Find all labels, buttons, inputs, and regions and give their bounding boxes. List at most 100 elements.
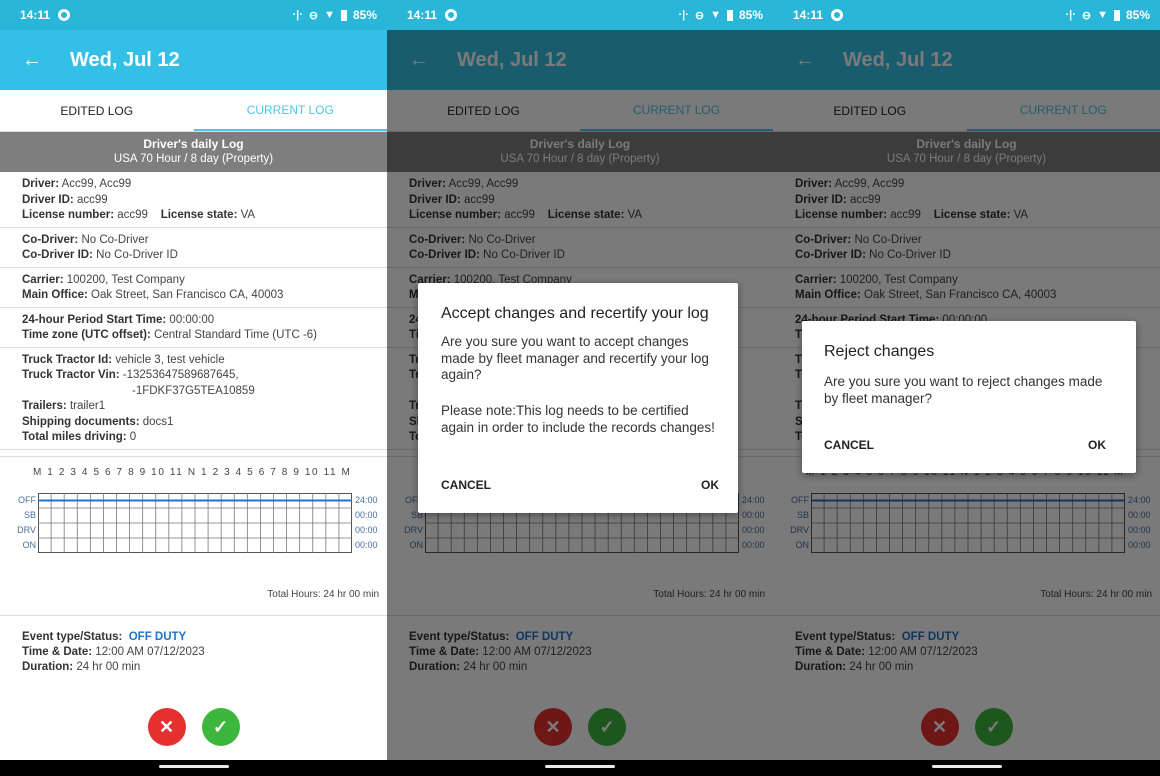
dnd-icon: ⊖ (308, 9, 319, 22)
event-duration-value: 24 hr 00 min (76, 660, 141, 673)
screen-2: 14:11 ·|· ⊖ ▼ 85% ← Wed, Jul 12 EDITED L… (387, 0, 773, 776)
miles-label: Total miles driving: (22, 431, 127, 443)
period-section: 24-hour Period Start Time: 00:00:00 Time… (0, 308, 387, 348)
status-bar: 14:11 ·|· ⊖ ▼ 85% (0, 0, 387, 30)
app-bar: ← Wed, Jul 12 (0, 30, 387, 90)
main-office-value: Oak Street, San Francisco CA, 40003 (91, 289, 284, 301)
graph-row-labels: OFF SB DRV ON (12, 493, 36, 553)
truck-id-value: vehicle 3, test vehicle (115, 353, 225, 366)
driver-section: Driver: Acc99, Acc99 Driver ID: acc99 Li… (0, 172, 387, 228)
license-number-value: acc99 (117, 209, 148, 221)
carrier-value: 100200, Test Company (66, 273, 185, 286)
event-status-value: OFF DUTY (128, 630, 187, 643)
driver-id-label: Driver ID: (22, 193, 74, 206)
graph-row-total: 00:00 (355, 539, 378, 550)
status-time: 14:11 (407, 8, 438, 22)
app-notification-icon (58, 9, 71, 21)
home-gesture-handle[interactable] (158, 765, 229, 768)
system-nav-bar (0, 760, 387, 776)
event-details: Event type/Status: OFF DUTY Time & Date:… (0, 616, 387, 675)
shipping-label: Shipping documents: (22, 415, 140, 428)
truck-vin-label: Truck Tractor Vin: (22, 369, 120, 381)
vibrate-icon: ·|· (678, 9, 689, 21)
cancel-button[interactable]: CANCEL (824, 438, 874, 452)
home-gesture-handle[interactable] (931, 765, 1002, 768)
driver-value: Acc99, Acc99 (61, 178, 132, 190)
event-time-label: Time & Date: (22, 645, 93, 658)
vibrate-icon: ·|· (292, 9, 303, 21)
carrier-label: Carrier: (22, 273, 64, 286)
reject-dialog: Reject changes Are you sure you want to … (802, 321, 1136, 473)
log-info: Driver: Acc99, Acc99 Driver ID: acc99 Li… (0, 172, 387, 450)
accept-changes-button[interactable]: ✓ (201, 708, 240, 746)
license-state-label: License state: (160, 209, 238, 221)
close-icon: ✕ (158, 716, 175, 737)
event-time-value: 12:00 AM 07/12/2023 (95, 645, 205, 658)
timezone-value: Central Standard Time (UTC -6) (154, 329, 318, 341)
main-office-label: Main Office: (22, 289, 88, 301)
wifi-icon: ▼ (710, 9, 721, 21)
status-bar: 14:11 ·|· ⊖ ▼ 85% (773, 0, 1160, 30)
graph-row-total: 00:00 (355, 509, 378, 520)
action-buttons: ✕ ✓ (0, 708, 387, 746)
license-number-label: License number: (22, 209, 115, 221)
vehicle-section: Truck Tractor Id: vehicle 3, test vehicl… (0, 348, 387, 450)
co-driver-label: Co-Driver: (22, 233, 79, 246)
wifi-icon: ▼ (324, 9, 335, 21)
driver-label: Driver: (22, 178, 60, 190)
accept-dialog: Accept changes and recertify your log Ar… (418, 283, 738, 513)
co-driver-value: No Co-Driver (81, 233, 149, 246)
battery-icon (1113, 9, 1120, 21)
dialog-message: Are you sure you want to reject changes … (824, 374, 1103, 406)
dialog-note: Please note:This log needs to be certifi… (441, 403, 715, 435)
cancel-button[interactable]: CANCEL (441, 478, 491, 492)
battery-icon (726, 9, 733, 21)
home-gesture-handle[interactable] (545, 765, 615, 768)
truck-id-label: Truck Tractor Id: (22, 353, 113, 366)
period-start-label: 24-hour Period Start Time: (22, 313, 167, 326)
shipping-value: docs1 (142, 415, 174, 428)
tab-edited-log[interactable]: EDITED LOG (0, 90, 194, 131)
battery-level: 85% (1125, 8, 1150, 22)
license-state-value: VA (240, 209, 256, 221)
screen-1: 14:11 ·|· ⊖ ▼ 85% ← Wed, Jul 12 EDITED L… (0, 0, 387, 776)
app-notification-icon (445, 9, 458, 21)
tab-current-log[interactable]: CURRENT LOG (193, 90, 387, 131)
status-bar: 14:11 ·|· ⊖ ▼ 85% (387, 0, 773, 30)
back-arrow-icon[interactable]: ← (22, 49, 42, 72)
reject-changes-button[interactable]: ✕ (147, 708, 186, 746)
graph-row-totals: 24:00 00:00 00:00 00:00 (355, 493, 378, 553)
page-title: Wed, Jul 12 (70, 48, 180, 71)
timezone-label: Time zone (UTC offset): (22, 329, 151, 341)
ok-button[interactable]: OK (1088, 438, 1106, 452)
system-nav-bar (773, 760, 1160, 776)
wifi-icon: ▼ (1097, 9, 1108, 21)
status-icons: ·|· ⊖ ▼ 85% (1065, 0, 1150, 30)
graph-grid (38, 492, 352, 553)
graph-row-label: OFF (18, 494, 36, 505)
battery-level: 85% (738, 8, 763, 22)
dialog-title: Accept changes and recertify your log (441, 305, 709, 322)
status-time: 14:11 (793, 8, 824, 22)
status-time: 14:11 (20, 8, 51, 22)
app-notification-icon (831, 9, 844, 21)
truck-vin-value-1: -13253647589687645, (122, 369, 239, 381)
battery-level: 85% (352, 8, 377, 22)
vibrate-icon: ·|· (1065, 9, 1076, 21)
trailers-label: Trailers: (22, 400, 67, 412)
ok-button[interactable]: OK (701, 478, 719, 492)
status-icons: ·|· ⊖ ▼ 85% (292, 0, 377, 30)
graph-hours-header: M 1 2 3 4 5 6 7 8 9 10 11 N 1 2 3 4 5 6 … (33, 466, 352, 478)
event-status-label: Event type/Status: (22, 630, 123, 643)
graph-row-label: DRV (17, 524, 36, 535)
log-tabs: EDITED LOG CURRENT LOG (0, 90, 387, 132)
check-icon: ✓ (212, 716, 229, 737)
co-driver-section: Co-Driver: No Co-Driver Co-Driver ID: No… (0, 228, 387, 268)
co-driver-id-value: No Co-Driver ID (96, 249, 178, 261)
trailers-value: trailer1 (69, 400, 106, 412)
graph-row-total: 24:00 (355, 494, 378, 505)
graph-row-label: SB (23, 509, 36, 520)
co-driver-id-label: Co-Driver ID: (22, 249, 93, 261)
battery-icon (340, 9, 347, 21)
dialog-title: Reject changes (824, 343, 935, 360)
